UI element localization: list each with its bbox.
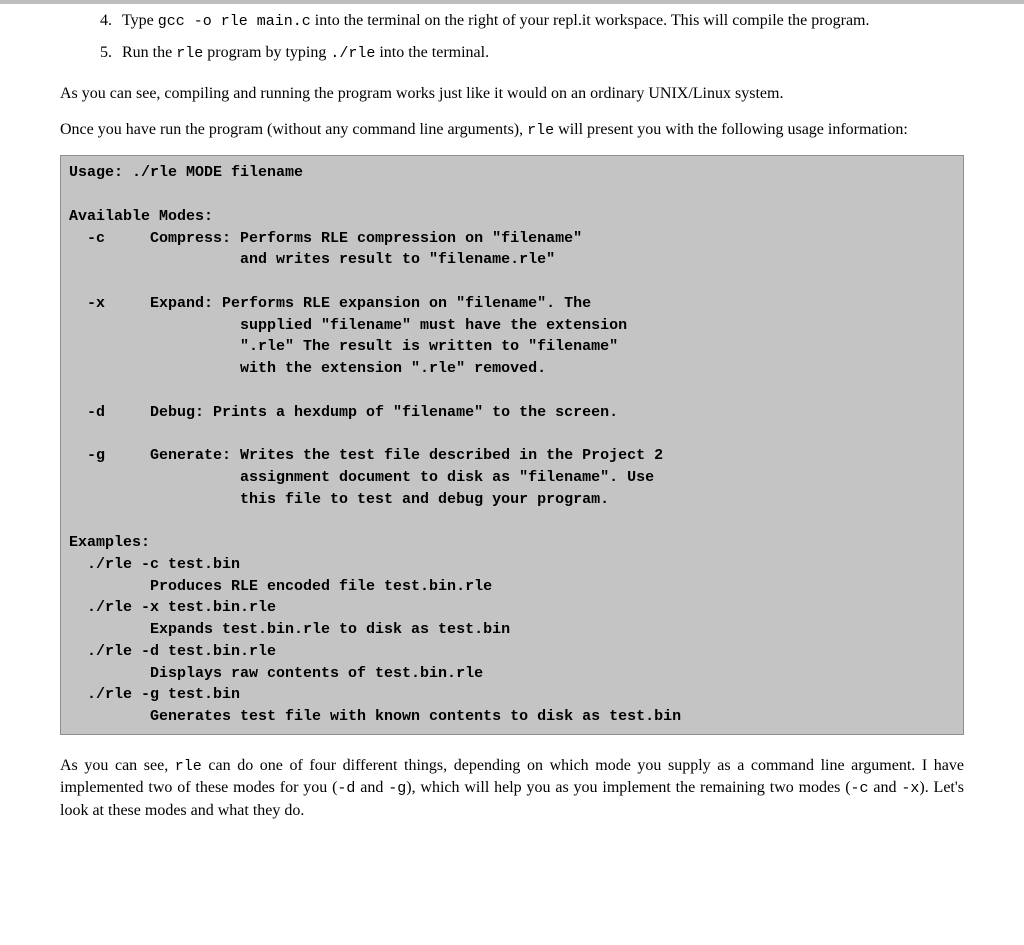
instruction-list: 4. Type gcc -o rle main.c into the termi… xyxy=(100,10,964,65)
paragraph-seg: and xyxy=(355,779,388,796)
inline-code: gcc -o rle main.c xyxy=(158,13,311,30)
paragraph-text-pre: Once you have run the program (without a… xyxy=(60,121,527,138)
inline-code: rle xyxy=(176,45,203,62)
step-text-pre: Type xyxy=(122,12,158,29)
inline-code: rle xyxy=(175,758,202,775)
inline-code: -d xyxy=(337,780,355,797)
inline-code: ./rle xyxy=(330,45,375,62)
step-text-mid: program by typing xyxy=(203,44,330,61)
paragraph: As you can see, rle can do one of four d… xyxy=(60,755,964,822)
inline-code: -x xyxy=(901,780,919,797)
paragraph-text: As you can see, compiling and running th… xyxy=(60,85,783,102)
inline-code: -c xyxy=(851,780,869,797)
paragraph-seg: As you can see, xyxy=(60,757,175,774)
paragraph: Once you have run the program (without a… xyxy=(60,119,964,141)
paragraph-seg: and xyxy=(869,779,902,796)
step-text-pre: Run the xyxy=(122,44,176,61)
inline-code: rle xyxy=(527,122,554,139)
list-item: 5. Run the rle program by typing ./rle i… xyxy=(100,42,964,64)
list-item: 4. Type gcc -o rle main.c into the termi… xyxy=(100,10,964,32)
step-number: 4. xyxy=(100,10,112,32)
paragraph-seg: ), which will help you as you implement … xyxy=(406,779,850,796)
inline-code: -g xyxy=(388,780,406,797)
step-text-post: into the terminal on the right of your r… xyxy=(311,12,870,29)
paragraph: As you can see, compiling and running th… xyxy=(60,83,964,105)
step-text-post: into the terminal. xyxy=(375,44,489,61)
step-number: 5. xyxy=(100,42,112,64)
paragraph-text-post: will present you with the following usag… xyxy=(554,121,908,138)
document-page: 4. Type gcc -o rle main.c into the termi… xyxy=(0,10,1024,866)
usage-code-block: Usage: ./rle MODE filename Available Mod… xyxy=(60,155,964,735)
